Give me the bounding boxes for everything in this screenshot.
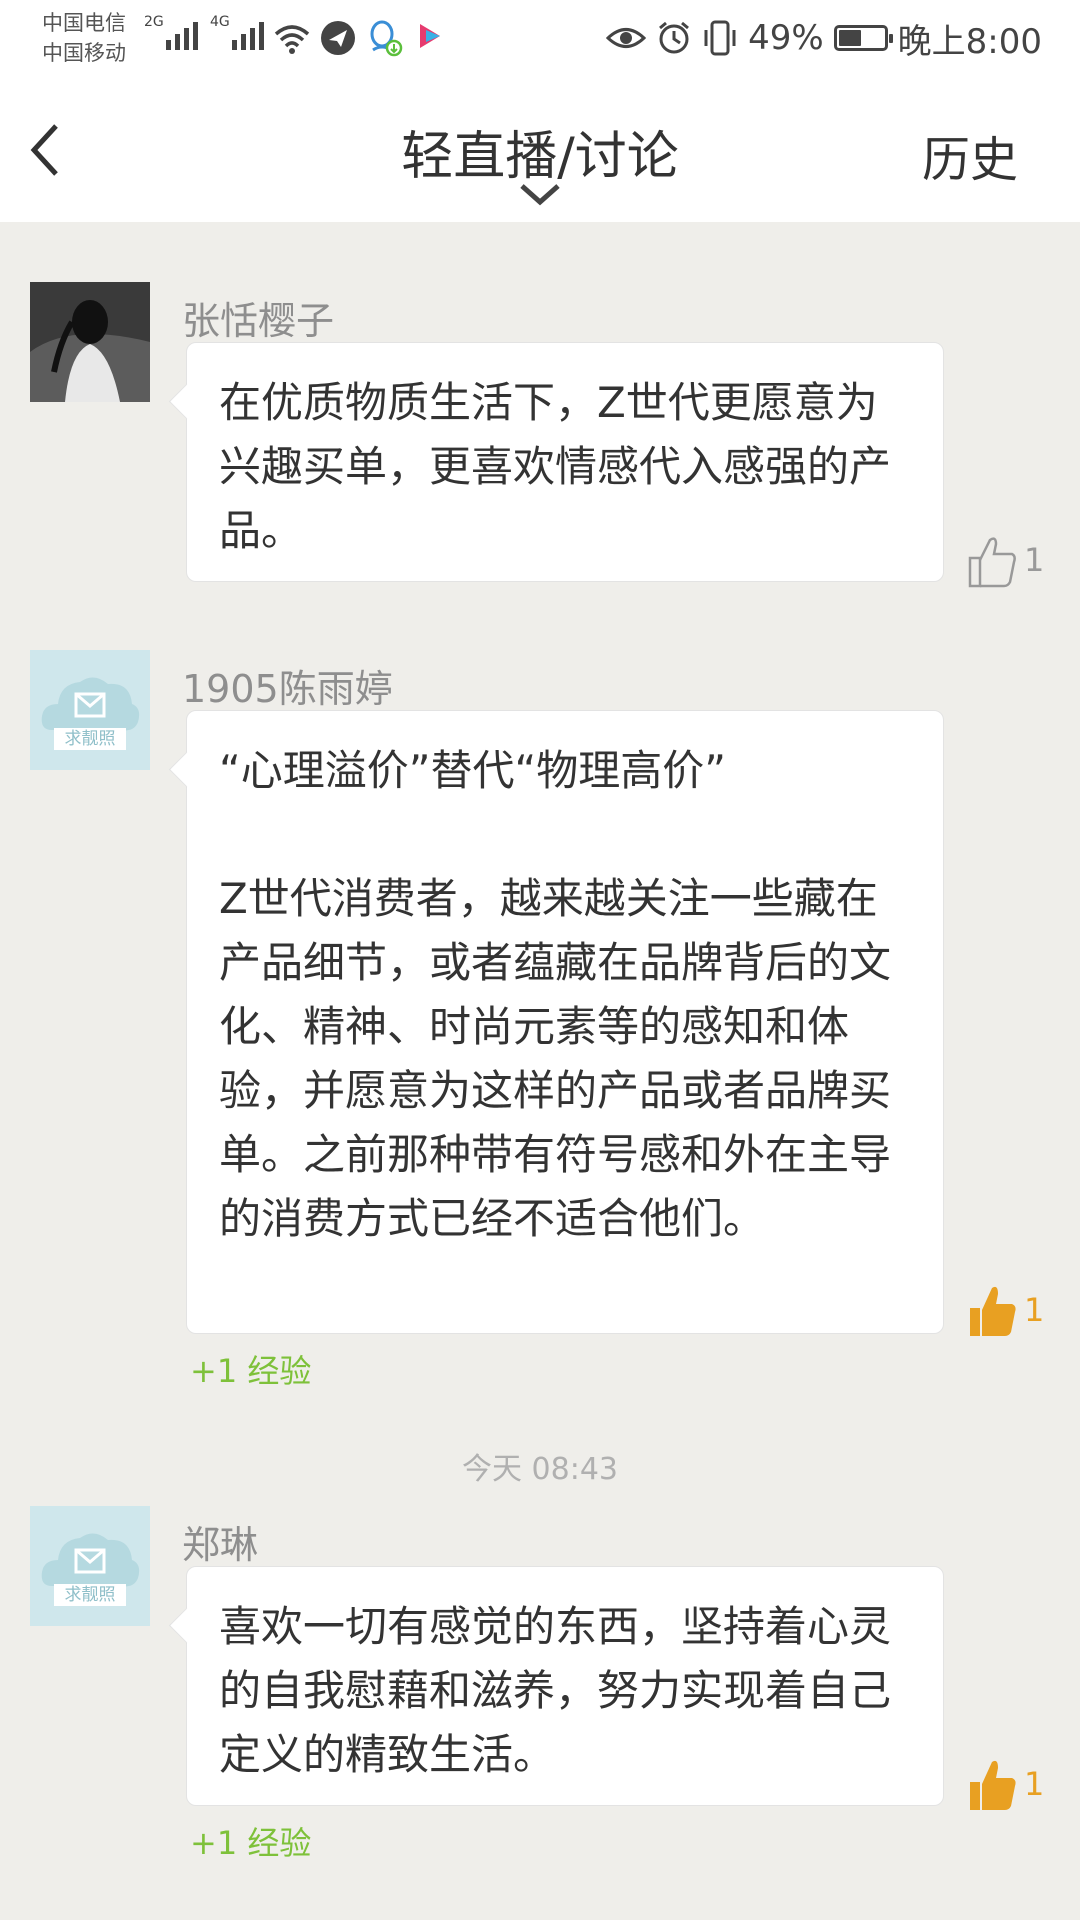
message-bubble: 在优质物质生活下，Z世代更愿意为兴趣买单，更喜欢情感代入感强的产品。 <box>186 342 944 582</box>
status-bar: 中国电信 中国移动 2G 4G 49% 晚上8:00 <box>0 0 1080 78</box>
network-2g-label: 2G <box>144 14 164 30</box>
carrier-names: 中国电信 中国移动 <box>42 8 126 68</box>
like-count: 1 <box>1024 1765 1045 1803</box>
avatar[interactable] <box>30 282 150 402</box>
vibrate-icon <box>704 20 736 56</box>
thumbs-up-outline-icon <box>968 537 1016 588</box>
avatar-caption: 求靓照 <box>64 729 116 749</box>
like-button[interactable]: 1 <box>966 530 1066 590</box>
like-button[interactable]: 1 <box>966 1280 1066 1340</box>
thumbs-up-filled-icon <box>970 1760 1016 1810</box>
default-avatar-icon <box>30 1506 150 1626</box>
like-button[interactable]: 1 <box>966 1754 1066 1814</box>
avatar-caption: 求靓照 <box>64 1585 116 1605</box>
youku-icon <box>420 24 440 48</box>
username[interactable]: 郑琳 <box>182 1514 258 1569</box>
signal-icon-1 <box>166 20 198 50</box>
avatar[interactable]: 求靓照 <box>30 650 150 770</box>
alarm-icon <box>659 21 690 54</box>
avatar[interactable]: 求靓照 <box>30 1506 150 1626</box>
username[interactable]: 张恬樱子 <box>182 290 334 345</box>
message-bubble: “心理溢价”替代“物理高价” Z世代消费者，越来越关注一些藏在产品细节，或者蕴藏… <box>186 710 944 1334</box>
username[interactable]: 1905陈雨婷 <box>182 658 393 713</box>
history-button[interactable]: 历史 <box>922 120 1018 190</box>
like-count: 1 <box>1024 1291 1045 1329</box>
carrier-2: 中国移动 <box>42 41 126 65</box>
qq-download-icon <box>370 20 403 57</box>
carrier-1: 中国电信 <box>42 11 126 35</box>
app-notification-icon <box>321 21 355 55</box>
experience-reward: +1 经验 <box>190 1824 312 1862</box>
wifi-icon <box>274 25 310 54</box>
avatar-photo-icon <box>30 282 150 402</box>
battery-fill <box>838 30 861 46</box>
battery-percent: 49% <box>748 18 824 58</box>
chevron-down-icon[interactable] <box>518 182 562 208</box>
thumbs-up-filled-icon <box>970 1286 1016 1336</box>
nav-bar: 轻直播/讨论 历史 <box>0 78 1080 222</box>
status-right-group: 49% 晚上8:00 <box>606 14 1042 62</box>
message-bubble: 喜欢一切有感觉的东西，坚持着心灵的自我慰藉和滋养，努力实现着自己定义的精致生活。 <box>186 1566 944 1806</box>
signal-icon-2 <box>232 20 264 50</box>
network-4g-label: 4G <box>210 14 230 30</box>
eye-icon <box>606 28 647 48</box>
experience-reward: +1 经验 <box>190 1352 312 1390</box>
battery-icon <box>833 25 893 51</box>
clock: 晚上8:00 <box>897 21 1042 62</box>
like-count: 1 <box>1024 541 1045 579</box>
timestamp-divider: 今天 08:43 <box>462 1452 618 1487</box>
default-avatar-icon <box>30 650 150 770</box>
page-title[interactable]: 轻直播/讨论 <box>0 114 1080 189</box>
